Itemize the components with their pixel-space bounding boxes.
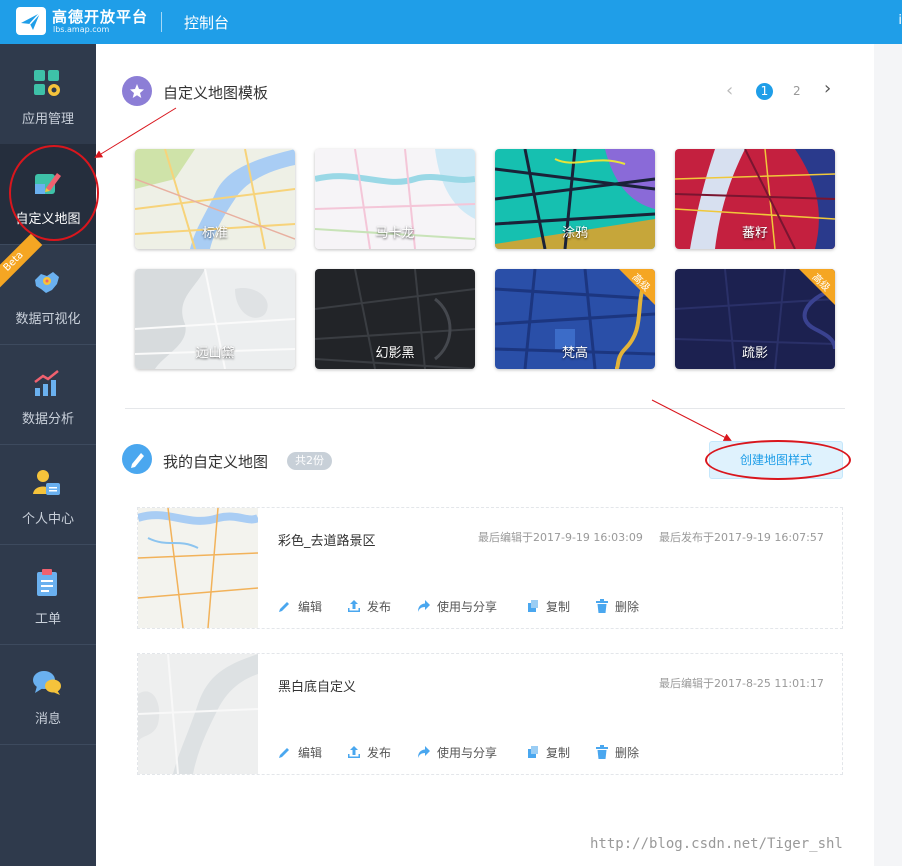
- watermark: http://blog.csdn.net/Tiger_shl: [590, 836, 843, 852]
- annotation-arrows: [94, 107, 732, 441]
